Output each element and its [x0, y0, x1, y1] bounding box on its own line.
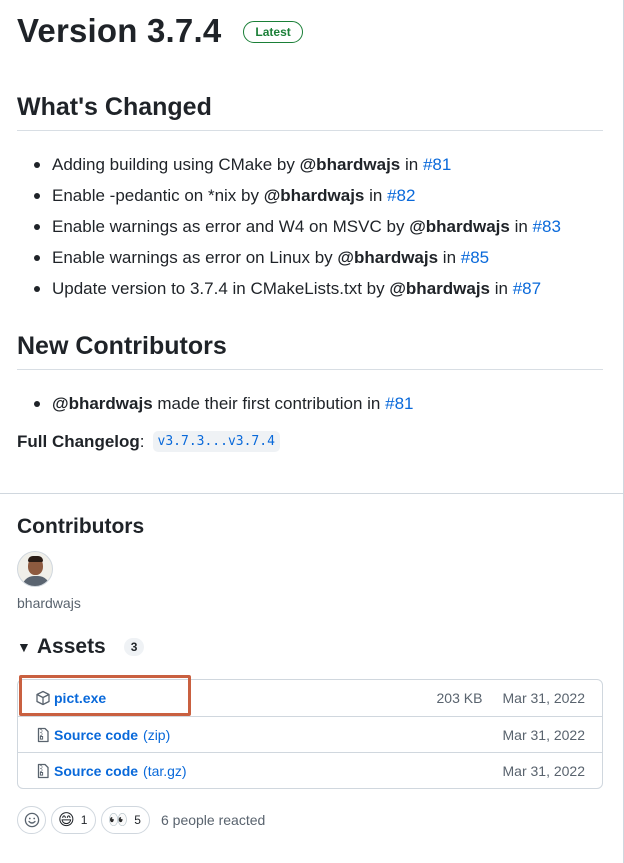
new-contributors-heading: New Contributors — [17, 332, 603, 370]
pr-link[interactable]: #85 — [461, 248, 489, 267]
in-text: in — [514, 217, 528, 236]
laugh-emoji-icon: 😄 — [58, 812, 75, 829]
user-mention-link[interactable]: @bhardwajs — [409, 217, 510, 236]
contribution-text: made their first contribution in — [157, 394, 381, 413]
reaction-count: 5 — [134, 813, 141, 827]
asset-date: Mar 31, 2022 — [502, 726, 586, 743]
colon-text: : — [139, 431, 145, 451]
list-item: @bhardwajs made their first contribution… — [17, 388, 603, 419]
release-footer: Contributors bhardwajs ▼ Assets 3 pict.e… — [17, 493, 603, 834]
reaction-count: 1 — [80, 813, 88, 827]
list-item: Enable -pedantic on *nix by @bhardwajs i… — [17, 180, 603, 211]
asset-size: 203 KB — [436, 690, 483, 706]
list-item: Adding building using CMake by @bhardwaj… — [17, 149, 603, 180]
avatar-hair — [28, 556, 43, 562]
change-text: Adding building using CMake by — [52, 155, 295, 174]
pr-link[interactable]: #81 — [423, 155, 451, 174]
user-mention-link[interactable]: @bhardwajs — [337, 248, 438, 267]
full-changelog-label: Full Changelog — [17, 431, 140, 451]
file-zip-icon — [37, 727, 49, 742]
file-zip-icon — [37, 763, 49, 778]
in-text: in — [369, 186, 383, 205]
highlight-annotation — [19, 675, 191, 716]
asset-date: Mar 31, 2022 — [502, 690, 586, 706]
add-reaction-button[interactable] — [17, 806, 46, 834]
reactions-summary: 6 people reacted — [160, 812, 266, 828]
changes-list: Adding building using CMake by @bhardwaj… — [17, 149, 603, 304]
eyes-emoji-icon: 👀 — [108, 812, 129, 829]
contributors-heading: Contributors — [17, 515, 145, 538]
change-text: Enable warnings as error and W4 on MSVC … — [52, 217, 405, 236]
release-page: Version 3.7.4 Latest What's Changed Addi… — [0, 0, 624, 863]
change-text: Update version to 3.7.4 in CMakeLists.tx… — [52, 279, 385, 298]
list-item: Enable warnings as error and W4 on MSVC … — [17, 211, 603, 242]
asset-format[interactable]: (zip) — [143, 727, 170, 743]
release-title[interactable]: Version 3.7.4 — [17, 12, 221, 50]
changelog-compare-link[interactable]: v3.7.3...v3.7.4 — [152, 431, 280, 452]
pr-link[interactable]: #83 — [533, 217, 561, 236]
smiley-icon — [24, 812, 39, 828]
user-mention-link[interactable]: @bhardwajs — [264, 186, 365, 205]
asset-row: Source code (tar.gz) Mar 31, 2022 — [18, 752, 602, 788]
reactions-bar: 😄 1 👀 5 6 people reacted — [17, 806, 603, 834]
reaction-laugh-button[interactable]: 😄 1 — [51, 806, 97, 834]
reaction-eyes-button[interactable]: 👀 5 — [101, 806, 150, 834]
in-text: in — [494, 279, 508, 298]
release-header: Version 3.7.4 Latest — [17, 0, 603, 68]
asset-download-link[interactable]: Source code — [54, 727, 138, 743]
pr-link[interactable]: #87 — [513, 279, 541, 298]
asset-date: Mar 31, 2022 — [502, 762, 586, 779]
assets-heading: Assets — [36, 635, 106, 658]
asset-download-link[interactable]: Source code — [54, 763, 138, 779]
change-text: Enable warnings as error on Linux by — [52, 248, 333, 267]
user-mention-link[interactable]: @bhardwajs — [300, 155, 401, 174]
pr-link[interactable]: #81 — [385, 394, 413, 413]
latest-badge: Latest — [243, 21, 303, 43]
contributor-name[interactable]: bhardwajs — [17, 595, 603, 611]
assets-list: pict.exe 203 KB Mar 31, 2022 Source code… — [17, 675, 603, 789]
in-text: in — [442, 248, 457, 267]
asset-row: Source code (zip) Mar 31, 2022 — [18, 716, 602, 752]
user-mention-link[interactable]: @bhardwajs — [52, 394, 153, 413]
full-changelog: Full Changelog: v3.7.3...v3.7.4 — [17, 431, 603, 452]
avatar-shirt — [22, 576, 50, 586]
assets-toggle[interactable]: ▼ Assets 3 — [17, 635, 603, 659]
contributor-avatar[interactable] — [17, 551, 53, 587]
list-item: Update version to 3.7.4 in CMakeLists.tx… — [17, 273, 603, 304]
whats-changed-heading: What's Changed — [17, 93, 603, 131]
release-body: Version 3.7.4 Latest What's Changed Addi… — [0, 0, 623, 452]
change-text: Enable -pedantic on *nix by — [52, 186, 259, 205]
caret-down-icon: ▼ — [17, 639, 31, 655]
assets-count-badge: 3 — [123, 638, 145, 656]
asset-format[interactable]: (tar.gz) — [143, 763, 187, 779]
pr-link[interactable]: #82 — [387, 186, 415, 205]
in-text: in — [405, 155, 419, 174]
list-item: Enable warnings as error on Linux by @bh… — [17, 242, 603, 273]
new-contributors-list: @bhardwajs made their first contribution… — [17, 388, 603, 419]
user-mention-link[interactable]: @bhardwajs — [389, 279, 490, 298]
